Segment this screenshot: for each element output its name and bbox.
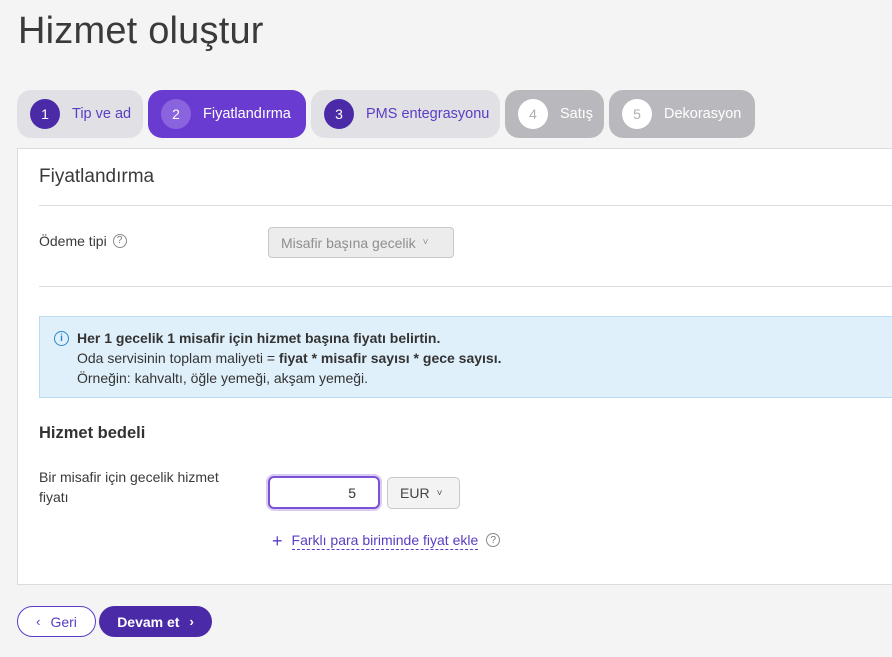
currency-select[interactable]: EUR ˅ [387, 477, 460, 509]
chevron-down-icon: ˅ [422, 237, 429, 248]
continue-button[interactable]: Devam et › [99, 606, 212, 637]
step-label: Tip ve ad [72, 106, 132, 122]
service-fee-title: Hizmet bedeli [39, 424, 146, 442]
chevron-right-icon: › [189, 614, 194, 629]
section-title: Fiyatlandırma [39, 166, 155, 187]
step-dekorasyon: 5 Dekorasyon [609, 90, 755, 138]
chevron-left-icon: ‹ [36, 614, 41, 629]
step-label: Fiyatlandırma [203, 106, 291, 122]
payment-type-label-text: Ödeme tipi [39, 233, 107, 249]
info-line-2-prefix: Oda servisinin toplam maliyeti = [77, 350, 279, 366]
help-icon[interactable]: ? [112, 234, 127, 249]
step-label: Satış [560, 106, 594, 122]
step-label: Dekorasyon [664, 106, 742, 122]
add-currency-label[interactable]: Farklı para biriminde fiyat ekle [291, 532, 479, 550]
step-label: PMS entegrasyonu [366, 106, 490, 122]
step-fiyatlandirma[interactable]: 2 Fiyatlandırma [148, 90, 306, 138]
payment-type-value: Misafir başına gecelik [281, 234, 416, 251]
step-number: 3 [324, 99, 354, 129]
info-icon: i [54, 331, 69, 346]
step-number: 2 [161, 99, 191, 129]
plus-icon: + [272, 531, 283, 551]
step-number: 5 [622, 99, 652, 129]
info-text: Her 1 gecelik 1 misafir için hizmet başı… [77, 328, 502, 388]
divider [39, 205, 892, 206]
step-pms-entegrasyonu[interactable]: 3 PMS entegrasyonu [311, 90, 500, 138]
price-label-line-2: fiyatı [39, 489, 69, 505]
payment-type-label: Ödeme tipi? [39, 231, 127, 251]
pricing-card: Fiyatlandırma Ödeme tipi? Misafir başına… [17, 148, 892, 585]
price-label-line-1: Bir misafir için gecelik hizmet [39, 469, 219, 485]
info-box: i Her 1 gecelik 1 misafir için hizmet ba… [39, 316, 892, 398]
back-button[interactable]: ‹ Geri [17, 606, 96, 637]
info-line-3: Örneğin: kahvaltı, öğle yemeği, akşam ye… [77, 370, 369, 386]
price-label: Bir misafir için gecelik hizmet fiyatı [39, 467, 219, 507]
info-line-2-formula: fiyat * misafir sayısı * gece sayısı. [278, 350, 502, 366]
info-line-1: Her 1 gecelik 1 misafir için hizmet başı… [77, 330, 441, 346]
step-tip-ve-ad[interactable]: 1 Tip ve ad [17, 90, 143, 138]
step-satis: 4 Satış [505, 90, 604, 138]
divider [39, 286, 892, 287]
page-title: Hizmet oluştur [18, 10, 264, 52]
step-number: 1 [30, 99, 60, 129]
back-button-label: Geri [50, 613, 77, 630]
chevron-down-icon: ˅ [436, 487, 443, 499]
price-input[interactable] [268, 476, 380, 509]
help-icon[interactable]: ? [486, 533, 501, 547]
continue-button-label: Devam et [117, 613, 180, 630]
add-currency-link[interactable]: + Farklı para biriminde fiyat ekle ? [272, 531, 501, 551]
payment-type-select: Misafir başına gecelik ˅ [268, 227, 454, 258]
currency-value: EUR [400, 485, 430, 501]
step-number: 4 [518, 99, 548, 129]
